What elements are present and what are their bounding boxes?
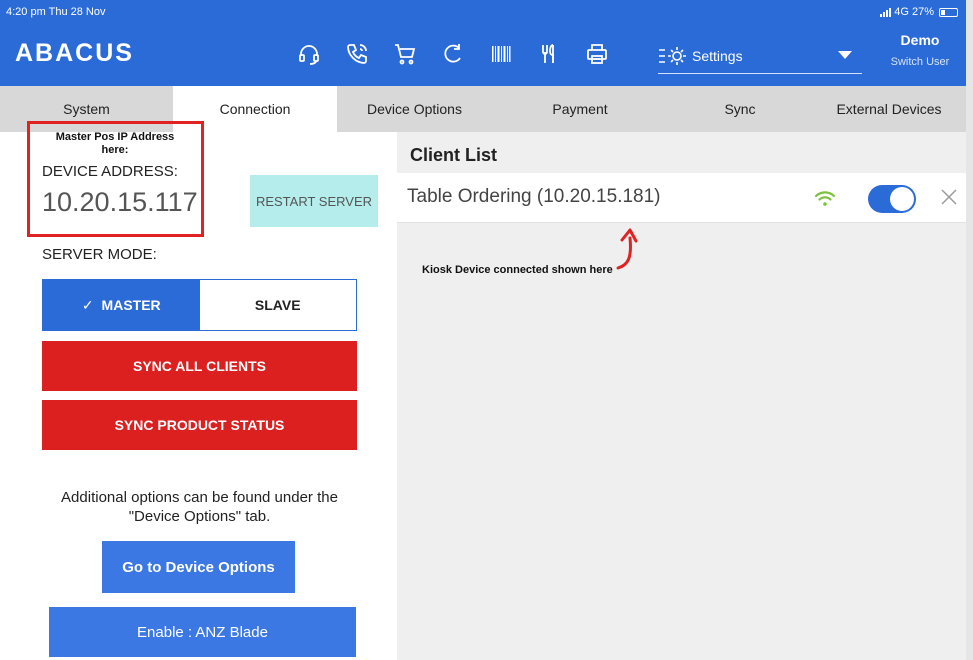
- status-right: 4G 27%: [880, 6, 958, 18]
- mode-master-label: MASTER: [101, 297, 161, 313]
- client-list-title: Client List: [410, 145, 498, 165]
- switch-user-link[interactable]: Switch User: [885, 56, 955, 68]
- headset-icon[interactable]: [294, 39, 324, 69]
- tab-external-devices[interactable]: External Devices: [812, 86, 966, 132]
- refresh-icon[interactable]: [438, 39, 468, 69]
- close-icon[interactable]: [939, 187, 959, 207]
- annotation-note: Master Pos IP Address here:: [55, 131, 175, 156]
- status-left: 4:20 pm Thu 28 Nov: [6, 6, 105, 18]
- chevron-down-icon: [838, 51, 852, 59]
- mode-slave-label: SLAVE: [254, 297, 301, 313]
- status-bar: 4:20 pm Thu 28 Nov 4G 27%: [0, 0, 966, 24]
- client-enabled-toggle[interactable]: [868, 185, 916, 213]
- battery-icon: [939, 7, 958, 17]
- app-header: ABACUS Settings Demo Switch User: [0, 24, 966, 86]
- check-icon: ✓: [81, 296, 94, 313]
- status-date: Thu 28 Nov: [48, 6, 106, 18]
- settings-dropdown[interactable]: Settings: [658, 38, 862, 74]
- server-mode-label: SERVER MODE:: [42, 246, 157, 263]
- go-to-device-options-button[interactable]: Go to Device Options: [102, 541, 295, 593]
- server-mode-toggle: ✓ MASTER SLAVE: [42, 279, 357, 331]
- battery-percent: 27%: [911, 6, 934, 18]
- signal-icon: [880, 7, 892, 17]
- device-address-label: DEVICE ADDRESS:: [42, 163, 178, 180]
- status-time: 4:20 pm: [6, 6, 46, 18]
- enable-anz-blade-button[interactable]: Enable : ANZ Blade: [49, 607, 356, 657]
- barcode-icon[interactable]: [486, 39, 516, 69]
- mode-master-option[interactable]: ✓ MASTER: [43, 280, 200, 330]
- list-item[interactable]: Table Ordering (10.20.15.181): [397, 173, 966, 223]
- sync-product-status-button[interactable]: SYNC PRODUCT STATUS: [42, 400, 357, 450]
- utensils-icon[interactable]: [534, 39, 564, 69]
- toggle-knob: [890, 187, 914, 211]
- screen-edge: [966, 0, 973, 660]
- tab-payment[interactable]: Payment: [492, 86, 668, 132]
- cart-icon[interactable]: [390, 39, 420, 69]
- tab-sync[interactable]: Sync: [668, 86, 812, 132]
- tab-device-options[interactable]: Device Options: [337, 86, 492, 132]
- network-type: 4G: [894, 6, 909, 18]
- phone-icon[interactable]: [342, 39, 372, 69]
- kiosk-annotation: Kiosk Device connected shown here: [422, 264, 613, 276]
- brand-logo: ABACUS: [15, 39, 134, 67]
- printer-icon[interactable]: [582, 39, 612, 69]
- restart-server-button[interactable]: RESTART SERVER: [250, 175, 378, 227]
- help-text: Additional options can be found under th…: [61, 489, 338, 525]
- device-address-value: 10.20.15.117: [42, 187, 198, 217]
- client-name: Table Ordering (10.20.15.181): [407, 186, 661, 207]
- sync-all-clients-button[interactable]: SYNC ALL CLIENTS: [42, 341, 357, 391]
- wifi-icon: [814, 191, 836, 206]
- annotation-arrow-icon: [616, 228, 638, 270]
- settings-gear-icon: [658, 44, 688, 68]
- user-name: Demo: [900, 32, 940, 48]
- mode-slave-option[interactable]: SLAVE: [199, 280, 356, 330]
- settings-label: Settings: [692, 47, 743, 64]
- battery-fill: [941, 9, 946, 15]
